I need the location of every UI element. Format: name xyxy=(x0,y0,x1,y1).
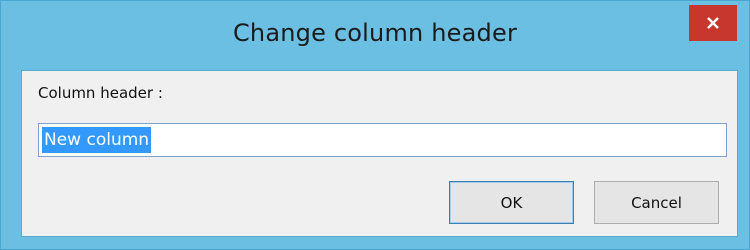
column-header-input[interactable]: New column xyxy=(38,123,727,157)
selected-input-text[interactable]: New column xyxy=(42,127,152,153)
close-icon xyxy=(706,16,720,30)
title-bar[interactable]: Change column header xyxy=(1,1,749,69)
close-button[interactable] xyxy=(689,5,737,41)
dialog-window: Change column header Column header : New… xyxy=(0,0,750,250)
ok-button[interactable]: OK xyxy=(449,181,574,224)
cancel-button[interactable]: Cancel xyxy=(594,181,719,224)
dialog-body: Column header : New column OK Cancel xyxy=(21,70,738,237)
column-header-label: Column header : xyxy=(38,84,163,102)
dialog-title: Change column header xyxy=(232,19,518,47)
